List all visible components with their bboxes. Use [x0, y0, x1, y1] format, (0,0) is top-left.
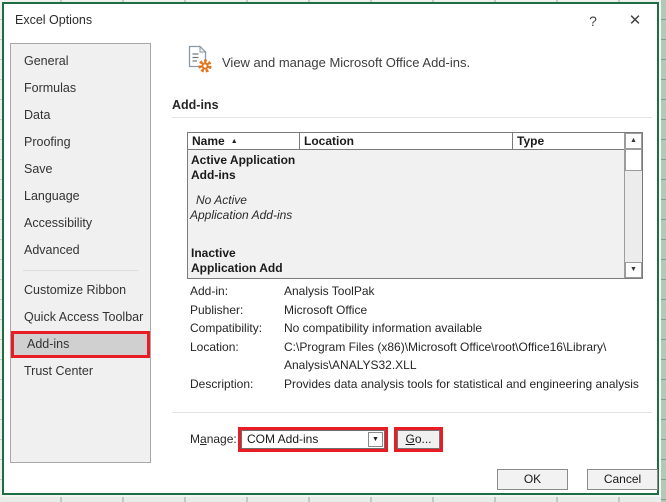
scroll-up-icon[interactable]: ▲ [625, 133, 642, 149]
no-active-addins-row: No Active Application Add-ins [188, 193, 624, 223]
group-inactive-line1: Inactive [191, 246, 624, 261]
column-header-type[interactable]: Type [513, 133, 624, 149]
detail-value-compatibility: No compatibility information available [284, 319, 482, 338]
scrollbar-thumb[interactable] [625, 149, 642, 171]
no-active-line2: Application Add-ins [190, 208, 624, 223]
location-path-line2: Analysis\ANALYS32.XLL [284, 356, 606, 375]
manage-dropdown-value: COM Add-ins [242, 431, 368, 448]
chevron-down-icon[interactable]: ▼ [368, 432, 383, 447]
detail-value-description: Provides data analysis tools for statist… [284, 375, 639, 394]
column-header-location[interactable]: Location [300, 133, 513, 149]
options-sidebar: General Formulas Data Proofing Save Lang… [10, 43, 151, 463]
sidebar-item-customize-ribbon[interactable]: Customize Ribbon [11, 277, 150, 304]
sidebar-item-save[interactable]: Save [11, 156, 150, 183]
sidebar-item-advanced[interactable]: Advanced [11, 237, 150, 264]
group-inactive-line2: Application Add [191, 261, 624, 276]
detail-row-compatibility: Compatibility: No compatibility informat… [190, 319, 639, 338]
group-active-line2: Add-ins [191, 168, 624, 183]
excel-grid-right [661, 0, 666, 502]
group-active-application-addins: Active Application Add-ins [191, 153, 624, 183]
sidebar-item-quick-access-toolbar[interactable]: Quick Access Toolbar [11, 304, 150, 331]
detail-row-addin: Add-in: Analysis ToolPak [190, 282, 639, 301]
detail-row-publisher: Publisher: Microsoft Office [190, 301, 639, 320]
detail-value-addin: Analysis ToolPak [284, 282, 375, 301]
scroll-down-icon[interactable]: ▼ [625, 262, 642, 278]
column-header-name[interactable]: Name ▲ [188, 133, 300, 149]
section-separator [172, 117, 652, 118]
detail-label-description: Description: [190, 375, 284, 394]
addins-document-gear-icon [185, 45, 215, 75]
excel-grid-bottom [0, 497, 666, 502]
scrollbar-track[interactable] [625, 171, 642, 262]
detail-row-description: Description: Provides data analysis tool… [190, 375, 639, 394]
detail-row-location: Location: C:\Program Files (x86)\Microso… [190, 338, 639, 375]
sidebar-item-trust-center[interactable]: Trust Center [11, 358, 150, 385]
close-icon[interactable]: ✕ [622, 10, 648, 32]
cancel-button[interactable]: Cancel [587, 469, 658, 490]
annotation-red-box-manage-dropdown: COM Add-ins ▼ [238, 427, 388, 452]
column-header-type-label: Type [517, 134, 544, 148]
manage-dropdown[interactable]: COM Add-ins ▼ [241, 430, 385, 449]
no-active-line1: No Active [196, 193, 624, 208]
addins-list-columns: Name ▲ Location Type Active Application A… [188, 133, 624, 278]
ok-button[interactable]: OK [497, 469, 568, 490]
group-inactive-application-addins: Inactive Application Add [191, 246, 624, 276]
detail-value-location: C:\Program Files (x86)\Microsoft Office\… [284, 338, 606, 375]
vertical-scrollbar[interactable]: ▲ ▼ [624, 133, 642, 278]
dialog-title: Excel Options [15, 13, 92, 27]
go-button-suffix: o... [415, 432, 432, 446]
sidebar-item-language[interactable]: Language [11, 183, 150, 210]
addins-list-body[interactable]: Active Application Add-ins No Active App… [188, 150, 624, 278]
addins-list-header: Name ▲ Location Type [188, 133, 624, 150]
sidebar-item-add-ins[interactable]: Add-ins [11, 331, 150, 358]
location-path-line1: C:\Program Files (x86)\Microsoft Office\… [284, 338, 606, 357]
section-title-add-ins: Add-ins [172, 98, 219, 112]
sidebar-item-general[interactable]: General [11, 48, 150, 75]
column-header-name-label: Name [192, 134, 225, 148]
sidebar-separator [23, 270, 138, 271]
sidebar-item-data[interactable]: Data [11, 102, 150, 129]
detail-label-publisher: Publisher: [190, 301, 284, 320]
go-button-accelerator: G [405, 432, 414, 446]
sidebar-item-proofing[interactable]: Proofing [11, 129, 150, 156]
column-header-location-label: Location [304, 134, 354, 148]
detail-label-location: Location: [190, 338, 284, 375]
manage-label-prefix: M [190, 432, 200, 446]
go-button[interactable]: Go... [397, 430, 440, 449]
manage-separator [172, 412, 652, 413]
manage-label-accelerator: a [200, 432, 207, 446]
help-icon[interactable]: ? [580, 10, 606, 32]
group-active-line1: Active Application [191, 153, 624, 168]
addins-list[interactable]: Name ▲ Location Type Active Application A… [187, 132, 643, 279]
manage-label-suffix: nage: [207, 432, 237, 446]
addin-details: Add-in: Analysis ToolPak Publisher: Micr… [190, 282, 639, 393]
detail-label-addin: Add-in: [190, 282, 284, 301]
sidebar-item-formulas[interactable]: Formulas [11, 75, 150, 102]
page-description: View and manage Microsoft Office Add-ins… [222, 53, 470, 73]
manage-label: Manage: [190, 427, 237, 452]
detail-value-publisher: Microsoft Office [284, 301, 367, 320]
excel-options-dialog: Excel Options ? ✕ General Formulas Data … [2, 2, 659, 495]
detail-label-compatibility: Compatibility: [190, 319, 284, 338]
annotation-red-box-go: Go... [394, 427, 443, 452]
sidebar-item-accessibility[interactable]: Accessibility [11, 210, 150, 237]
sort-ascending-icon: ▲ [231, 138, 238, 145]
